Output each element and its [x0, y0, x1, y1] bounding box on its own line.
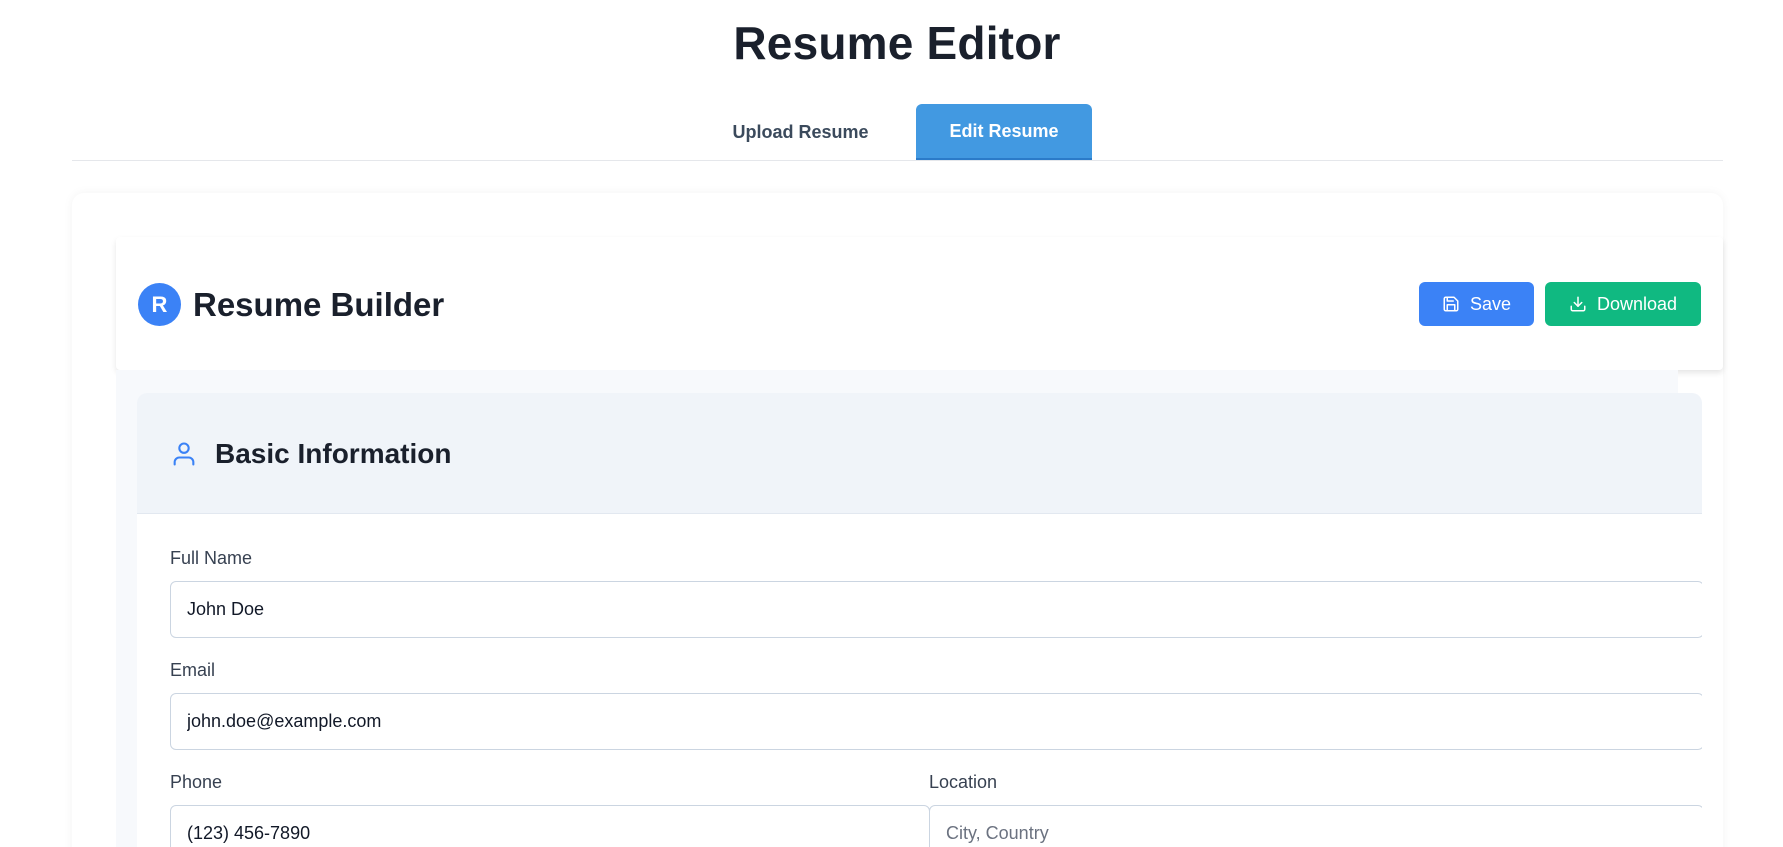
section-title: Basic Information: [215, 438, 452, 469]
phone-label: Phone: [170, 772, 223, 792]
builder-title: Resume Builder: [193, 285, 445, 323]
full-name-label: Full Name: [170, 548, 253, 568]
page: Resume Editor Upload Resume Edit Resume …: [0, 0, 1783, 847]
basic-information-section: Basic Information Full Name Email Phone …: [137, 393, 1702, 847]
download-icon: [1570, 296, 1586, 312]
email-label: Email: [170, 660, 216, 680]
tab-upload-resume[interactable]: Upload Resume: [712, 104, 889, 160]
email-input[interactable]: [170, 693, 1702, 750]
section-header: Basic Information: [137, 393, 1702, 514]
save-button[interactable]: Save: [1419, 282, 1534, 326]
full-name-input[interactable]: [170, 581, 1702, 638]
floppy-disk-icon: [1443, 296, 1459, 312]
user-icon: [173, 442, 195, 466]
location-label: Location: [929, 772, 998, 792]
tab-edit-resume[interactable]: Edit Resume: [916, 104, 1092, 160]
location-input[interactable]: [929, 805, 1702, 847]
save-button-label: Save: [1469, 293, 1512, 314]
download-button-label: Download: [1596, 293, 1678, 314]
logo-badge: R: [138, 283, 181, 326]
download-button[interactable]: Download: [1545, 282, 1701, 326]
page-title: Resume Editor: [733, 17, 1061, 69]
tab-bar: Upload Resume Edit Resume: [72, 104, 1723, 161]
builder-header: R Resume Builder Save Download: [116, 237, 1723, 370]
phone-input[interactable]: [170, 805, 930, 847]
